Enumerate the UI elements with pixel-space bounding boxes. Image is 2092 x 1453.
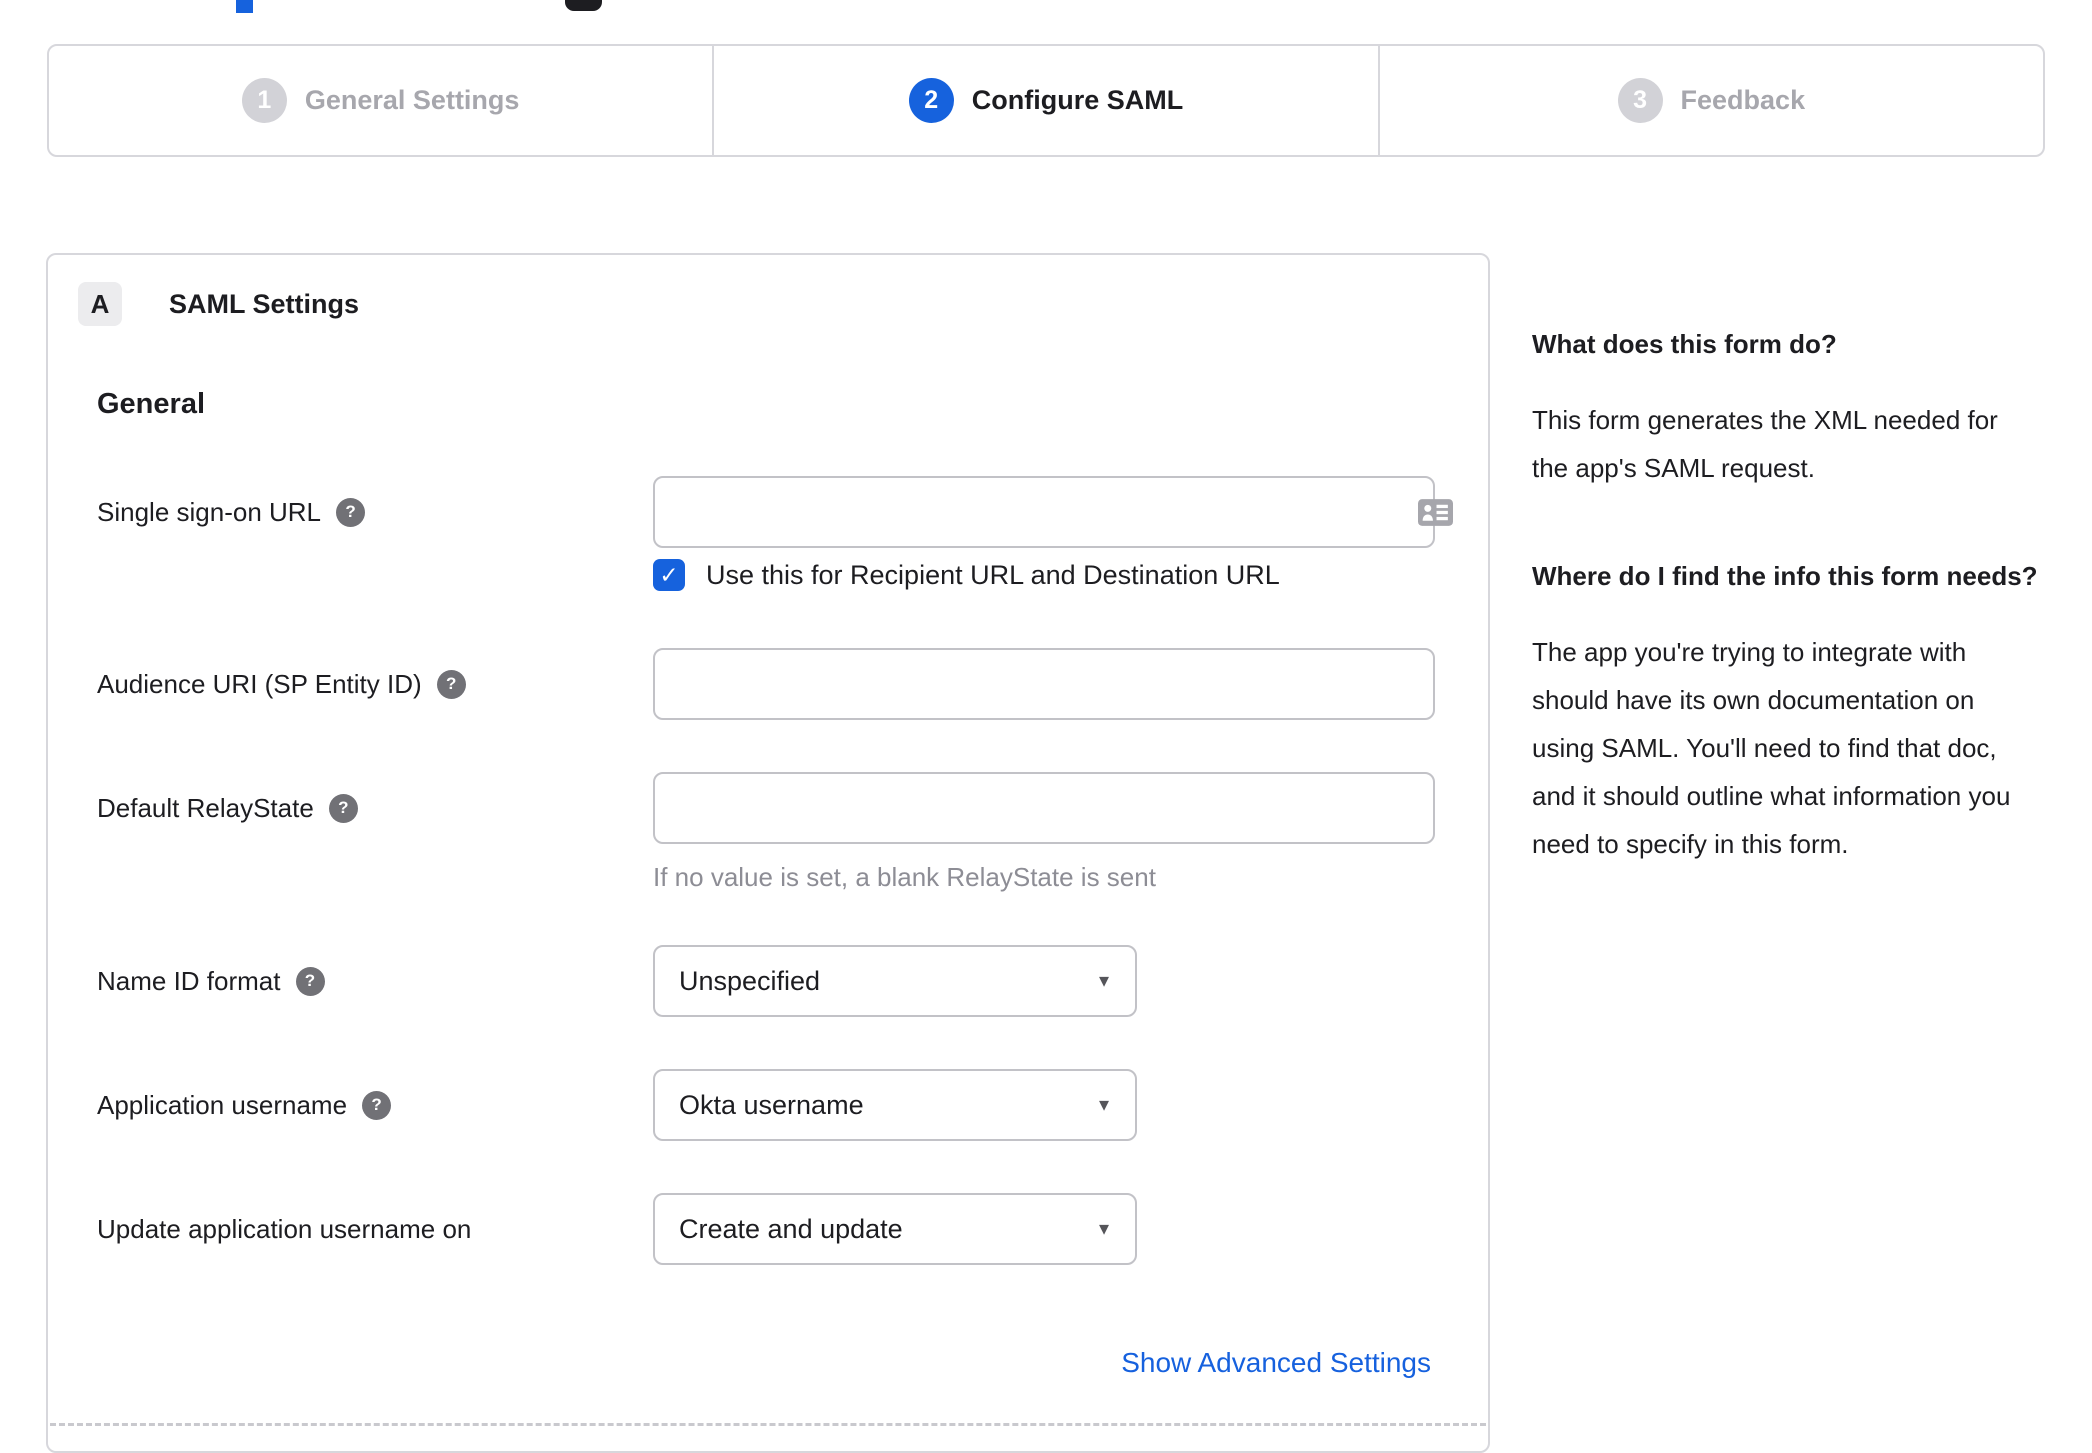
update-username-row: Update application username on Create an… xyxy=(48,1193,1488,1265)
name-id-format-label: Name ID format ? xyxy=(97,945,325,1017)
relay-state-label: Default RelayState ? xyxy=(97,772,358,844)
sso-url-label: Single sign-on URL ? xyxy=(97,476,366,548)
name-id-format-row: Name ID format ? Unspecified ▾ xyxy=(48,945,1488,1017)
wizard-stepper: 1 General Settings 2 Configure SAML 3 Fe… xyxy=(47,44,2045,157)
section-a-badge: A xyxy=(78,282,122,326)
cutoff-tab-fragment xyxy=(236,0,253,13)
help-para-where: The app you're trying to integrate with … xyxy=(1532,637,2011,859)
help-icon[interactable]: ? xyxy=(436,669,466,699)
help-sidebar: What does this form do? This form genera… xyxy=(1532,322,2040,930)
step-configure-saml[interactable]: 2 Configure SAML xyxy=(712,46,1377,155)
help-para-what: This form generates the XML needed for t… xyxy=(1532,405,1998,483)
help-heading-what: What does this form do? xyxy=(1532,329,1837,359)
sso-url-input[interactable] xyxy=(653,476,1435,548)
help-icon[interactable]: ? xyxy=(328,793,358,823)
relay-state-helper-text: If no value is set, a blank RelayState i… xyxy=(653,862,1156,892)
audience-uri-label: Audience URI (SP Entity ID) ? xyxy=(97,648,466,720)
sso-url-row: Single sign-on URL ? xyxy=(48,476,1488,548)
name-id-format-select[interactable]: Unspecified ▾ xyxy=(653,945,1137,1017)
general-section-heading: General xyxy=(97,388,205,420)
update-username-label: Update application username on xyxy=(97,1193,471,1265)
name-id-format-value: Unspecified xyxy=(679,965,821,996)
update-username-label-text: Update application username on xyxy=(97,1213,472,1244)
help-icon[interactable]: ? xyxy=(295,966,325,996)
step-label: Configure SAML xyxy=(971,85,1184,115)
help-icon[interactable]: ? xyxy=(336,497,366,527)
name-id-format-label-text: Name ID format xyxy=(97,965,281,996)
panel-title: SAML Settings xyxy=(169,288,360,319)
recipient-url-checkbox-row: ✓ Use this for Recipient URL and Destina… xyxy=(653,559,1280,591)
help-icon[interactable]: ? xyxy=(362,1090,392,1120)
application-username-value: Okta username xyxy=(679,1089,864,1120)
audience-uri-label-text: Audience URI (SP Entity ID) xyxy=(97,668,422,699)
application-username-select[interactable]: Okta username ▾ xyxy=(653,1069,1137,1141)
update-username-select[interactable]: Create and update ▾ xyxy=(653,1193,1137,1265)
step-feedback[interactable]: 3 Feedback xyxy=(1377,46,2043,155)
audience-uri-input[interactable] xyxy=(653,648,1435,720)
help-heading-where: Where do I find the info this form needs… xyxy=(1532,561,2038,591)
show-advanced-settings-link[interactable]: Show Advanced Settings xyxy=(1121,1347,1431,1379)
saml-settings-panel: A SAML Settings General Single sign-on U… xyxy=(46,253,1490,1453)
step-number-badge: 1 xyxy=(241,78,287,123)
step-number-badge: 2 xyxy=(908,78,954,123)
step-number-badge: 3 xyxy=(1617,78,1663,123)
dropdown-arrow-icon: ▾ xyxy=(1098,1094,1109,1116)
dropdown-arrow-icon: ▾ xyxy=(1098,970,1109,992)
step-label: Feedback xyxy=(1680,85,1806,115)
relay-state-input[interactable] xyxy=(653,772,1435,844)
cutoff-logo-fragment xyxy=(565,0,602,11)
dropdown-arrow-icon: ▾ xyxy=(1098,1218,1109,1240)
application-username-label: Application username ? xyxy=(97,1069,392,1141)
relay-state-label-text: Default RelayState xyxy=(97,792,314,823)
relay-state-row: Default RelayState ? xyxy=(48,772,1488,844)
use-for-recipient-checkbox[interactable]: ✓ xyxy=(653,559,685,591)
sso-url-label-text: Single sign-on URL xyxy=(97,496,322,527)
step-label: General Settings xyxy=(304,85,520,115)
recipient-url-checkbox-label: Use this for Recipient URL and Destinati… xyxy=(706,559,1280,590)
panel-header: A SAML Settings xyxy=(78,282,359,326)
audience-uri-row: Audience URI (SP Entity ID) ? xyxy=(48,648,1488,720)
application-username-label-text: Application username xyxy=(97,1089,348,1120)
application-username-row: Application username ? Okta username ▾ xyxy=(48,1069,1488,1141)
update-username-value: Create and update xyxy=(679,1213,903,1244)
step-general-settings[interactable]: 1 General Settings xyxy=(49,46,712,155)
contact-card-icon[interactable] xyxy=(1418,499,1453,526)
